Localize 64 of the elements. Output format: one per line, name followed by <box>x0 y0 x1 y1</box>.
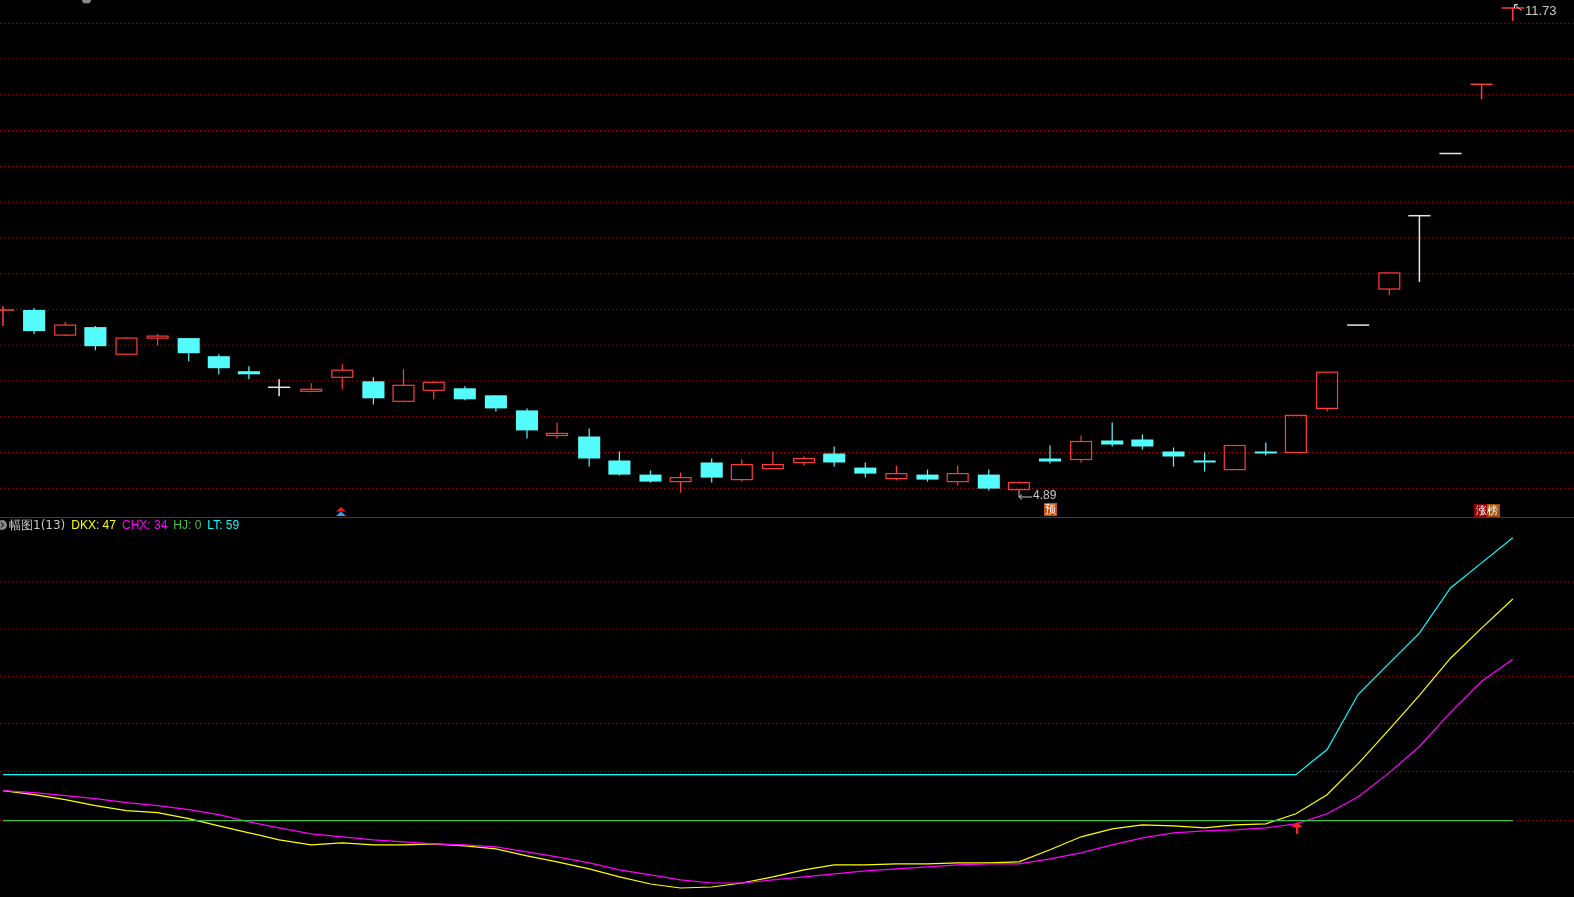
arrow-icon <box>1514 4 1522 11</box>
candlestick <box>1131 433 1154 451</box>
low-price-label: 4.89 <box>1033 489 1057 502</box>
indicator-title: 幅图1(13) <box>9 518 66 532</box>
candlestick <box>146 333 169 346</box>
candlestick <box>1469 83 1494 101</box>
candlestick <box>1501 7 1525 22</box>
candlestick <box>608 450 631 477</box>
candlestick <box>1038 444 1062 465</box>
indicator-value: LT: 59 <box>207 518 240 532</box>
candlestick <box>761 450 784 471</box>
candlestick <box>1438 152 1463 155</box>
candlestick <box>977 469 1000 492</box>
indicator-value: DKX: 47 <box>71 518 116 532</box>
candlestick <box>300 382 323 393</box>
candlestick <box>854 461 877 479</box>
candlestick <box>484 394 507 412</box>
left-arrow-icon <box>1018 490 1032 501</box>
candlestick <box>730 458 753 483</box>
status-tag: 涨榜 <box>1474 504 1500 517</box>
candlestick <box>1162 446 1185 468</box>
indicator-value: HJ: 0 <box>173 518 202 532</box>
candlestick <box>0 305 15 327</box>
candlestick <box>546 421 569 440</box>
candlestick <box>639 470 662 484</box>
candlestick <box>54 321 77 337</box>
indicator-value: CHX: 34 <box>122 518 168 532</box>
candlestick <box>84 325 107 351</box>
candlestick <box>362 376 385 405</box>
candlestick <box>885 465 908 482</box>
candlestick <box>177 337 200 362</box>
candlestick <box>1378 272 1401 296</box>
candlestick <box>515 407 539 440</box>
candlestick <box>237 365 260 380</box>
candlestick <box>700 457 723 484</box>
candlestick <box>669 472 692 494</box>
candlestick <box>207 353 230 375</box>
candlestick <box>916 469 939 483</box>
candlestick <box>115 336 138 355</box>
candlestick <box>1223 444 1246 471</box>
status-tag: 预 <box>1044 503 1057 516</box>
candlestick <box>453 385 476 401</box>
candlestick <box>1070 434 1093 464</box>
candlestick <box>1316 371 1339 412</box>
candlestick <box>1346 324 1370 326</box>
candlestick <box>392 368 415 403</box>
up-chevrons-icon <box>336 507 346 516</box>
candlestick <box>331 363 354 390</box>
candlestick <box>946 465 969 487</box>
candlestick <box>1284 414 1307 454</box>
candlestick <box>23 307 46 335</box>
high-price-label: 11.73 <box>1525 4 1557 18</box>
candlestick <box>1193 451 1216 473</box>
candlestick <box>422 380 445 400</box>
candlestick <box>1407 214 1432 283</box>
candlestick <box>1254 441 1277 457</box>
candlestick <box>1101 421 1124 448</box>
candlestick <box>267 378 291 398</box>
candlestick <box>1007 481 1030 493</box>
candlestick <box>823 445 846 468</box>
candlestick <box>793 455 816 467</box>
circle-icon <box>0 520 7 530</box>
candlestick <box>578 427 601 468</box>
up-arrow-icon <box>1291 822 1303 834</box>
